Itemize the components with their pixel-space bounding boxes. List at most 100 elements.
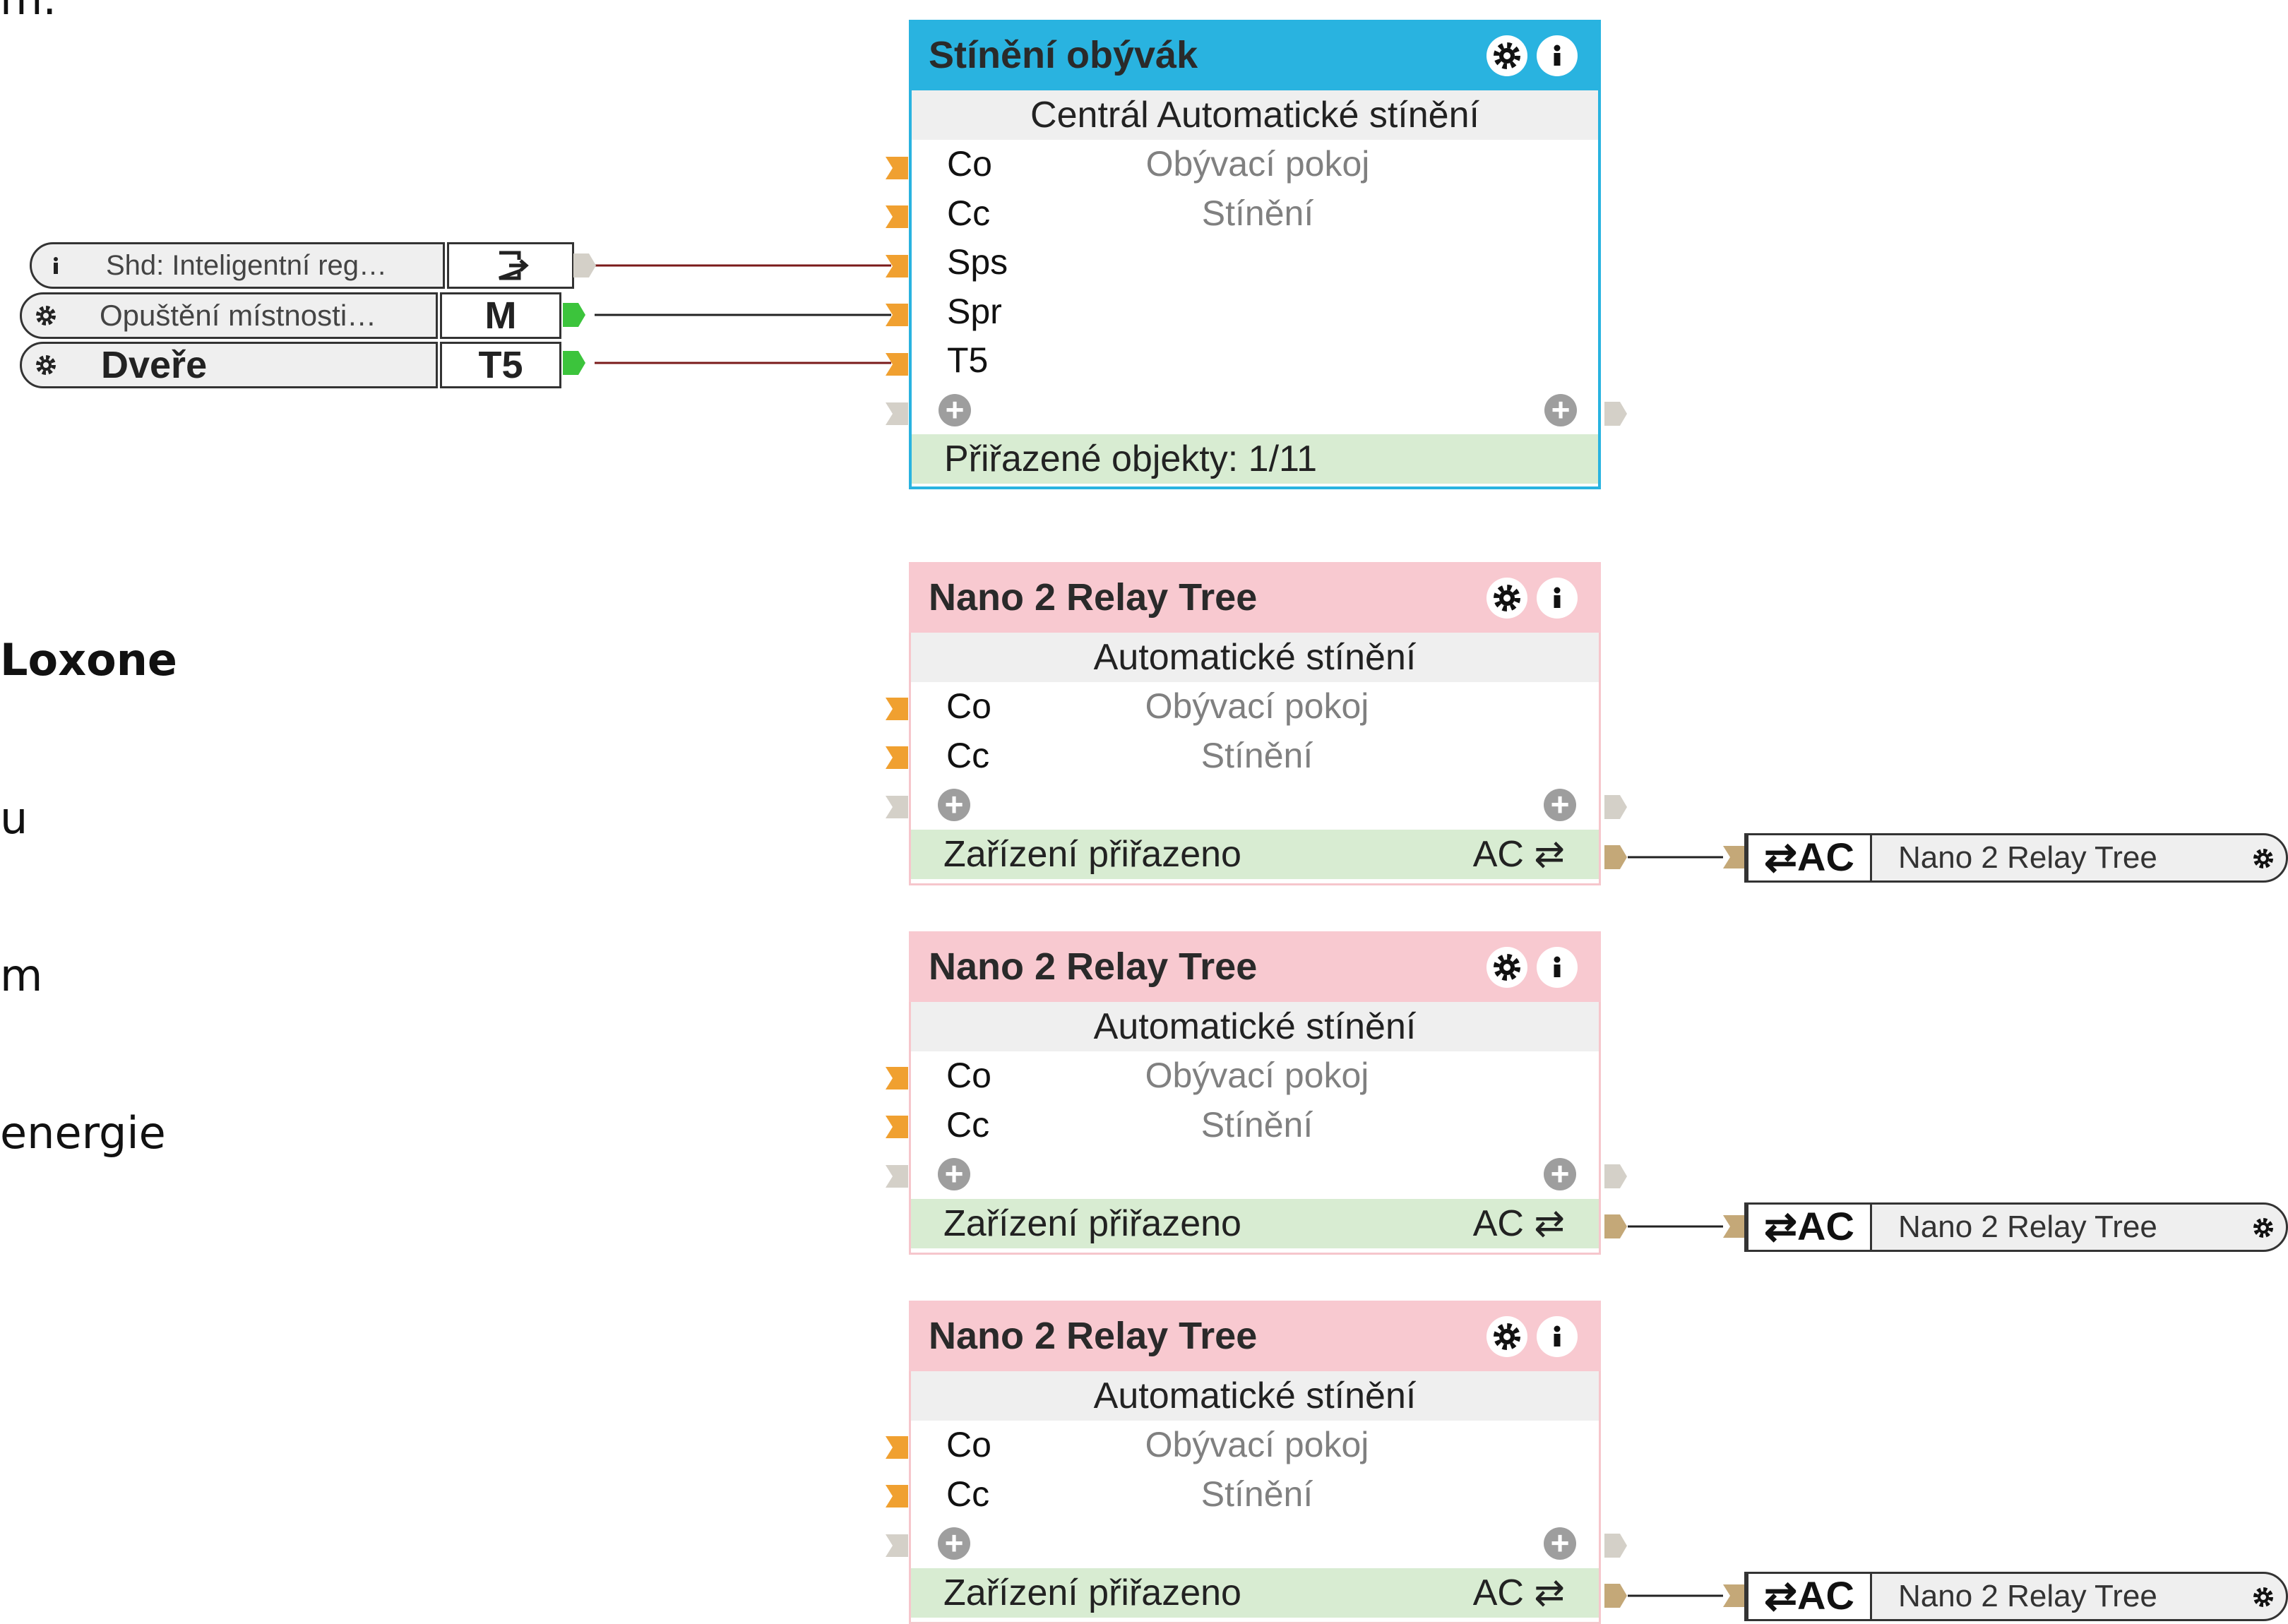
input-row-t5[interactable]: T5 (912, 336, 1598, 386)
info-icon (1554, 956, 1561, 977)
pin-value: Obývací pokoj (1145, 686, 1369, 726)
gear-icon[interactable] (35, 304, 57, 327)
block-header[interactable]: Nano 2 Relay Tree (909, 1301, 1601, 1371)
input-pin-cc[interactable] (886, 746, 908, 769)
add-output-icon[interactable]: + (1544, 1157, 1576, 1190)
input-pin-extra[interactable] (886, 1534, 908, 1557)
exit-icon (447, 242, 574, 289)
block-title: Nano 2 Relay Tree (929, 576, 1258, 619)
gear-icon[interactable] (2249, 1214, 2277, 1242)
input-row-co[interactable]: Co Obývací pokoj (911, 1421, 1599, 1470)
input-row-co[interactable]: Co Obývací pokoj (911, 1051, 1599, 1101)
output-pin-ac[interactable] (1604, 1214, 1627, 1238)
input-dvere-output-pin[interactable] (563, 351, 585, 375)
settings-button[interactable] (1486, 578, 1527, 619)
block-footer: Zařízení přiřazeno AC ⇄ (911, 1568, 1599, 1618)
assigned-objects-text: Přiřazené objekty: 1/11 (944, 438, 1317, 479)
pin-label: Cc (946, 1104, 990, 1145)
left-text-line3: m (0, 950, 43, 1001)
input-shd-output-pin[interactable] (573, 253, 596, 277)
output-ref-2[interactable]: ⇄AC Nano 2 Relay Tree (1744, 1202, 2288, 1252)
input-row-spr[interactable]: Spr (912, 287, 1598, 337)
input-pin-extra[interactable] (886, 796, 908, 818)
input-pin-spr[interactable] (886, 304, 908, 326)
gear-icon[interactable] (35, 354, 57, 376)
pin-label: Cc (946, 735, 990, 775)
output-ref-input-pin[interactable] (1723, 846, 1746, 868)
input-pin-co[interactable] (886, 1436, 908, 1459)
add-input-icon[interactable]: + (938, 1157, 970, 1190)
info-button[interactable] (1537, 578, 1578, 619)
gear-icon (1494, 954, 1520, 981)
input-dvere[interactable]: Dveře T5 (20, 342, 561, 388)
input-row-co[interactable]: Co Obývací pokoj (912, 140, 1598, 189)
central-shading-block[interactable]: Stínění obývák Centrál Automatické stíně… (909, 20, 1601, 489)
block-footer: Zařízení přiřazeno AC ⇄ (911, 1198, 1599, 1248)
gear-icon[interactable] (2249, 844, 2277, 873)
gear-icon[interactable] (2249, 1583, 2277, 1611)
input-opusteni-cell: M (440, 292, 561, 339)
input-row-sps[interactable]: Sps (912, 238, 1598, 287)
relay-block-2[interactable]: Nano 2 Relay Tree Automatické stínění Co… (909, 931, 1601, 1255)
output-pin-extra[interactable] (1604, 795, 1627, 819)
input-pin-extra[interactable] (886, 1165, 908, 1188)
input-row-co[interactable]: Co Obývací pokoj (911, 682, 1599, 732)
block-subtitle: Centrál Automatické stínění (912, 90, 1598, 140)
block-header[interactable]: Nano 2 Relay Tree (909, 931, 1601, 1002)
gear-icon (1494, 42, 1520, 69)
block-title: Stínění obývák (929, 34, 1198, 76)
output-ref-input-pin[interactable] (1723, 1215, 1746, 1238)
info-button[interactable] (1537, 1316, 1578, 1357)
block-header[interactable]: Nano 2 Relay Tree (909, 562, 1601, 633)
input-row-cc[interactable]: Cc Stínění (911, 1470, 1599, 1519)
block-subtitle: Automatické stínění (911, 1002, 1599, 1051)
input-row-cc[interactable]: Cc Stínění (911, 1101, 1599, 1150)
settings-button[interactable] (1486, 35, 1527, 76)
input-row-cc[interactable]: Cc Stínění (911, 732, 1599, 781)
output-ref-1[interactable]: ⇄AC Nano 2 Relay Tree (1744, 833, 2288, 883)
settings-button[interactable] (1486, 1316, 1527, 1357)
pin-label: T5 (947, 340, 989, 380)
input-opusteni[interactable]: Opuštění místnosti… M (20, 292, 561, 339)
info-button[interactable] (1537, 35, 1578, 76)
input-pin-sps[interactable] (886, 255, 908, 277)
pin-label: Co (946, 1056, 991, 1095)
add-input-icon[interactable]: + (939, 393, 971, 426)
output-pin-extra[interactable] (1604, 1164, 1627, 1188)
block-header[interactable]: Stínění obývák (909, 20, 1601, 90)
output-pin-ac[interactable] (1604, 845, 1627, 869)
output-pin-ac[interactable] (1604, 1584, 1627, 1608)
input-pin-co[interactable] (886, 1067, 908, 1089)
info-icon[interactable] (44, 254, 67, 277)
relay-block-1[interactable]: Nano 2 Relay Tree Automatické stínění Co… (909, 562, 1601, 885)
relay-block-3[interactable]: Nano 2 Relay Tree Automatické stínění Co… (909, 1301, 1601, 1624)
add-output-icon[interactable]: + (1544, 1527, 1576, 1560)
info-button[interactable] (1537, 947, 1578, 988)
output-ref-input-pin[interactable] (1723, 1584, 1746, 1607)
input-pin-co[interactable] (886, 157, 908, 179)
pin-value: Stínění (1201, 193, 1314, 233)
canvas: m. Loxone u m energie Shd: Inteligentní … (0, 0, 2288, 1624)
pin-label: Spr (947, 291, 1002, 331)
input-shd[interactable]: Shd: Inteligentní reg… (30, 242, 574, 289)
output-pin-extra[interactable] (1604, 402, 1627, 426)
input-pin-t5[interactable] (886, 353, 908, 376)
input-pin-cc[interactable] (886, 1485, 908, 1507)
add-output-icon[interactable]: + (1544, 788, 1576, 821)
output-pin-extra[interactable] (1604, 1534, 1627, 1558)
add-output-icon[interactable]: + (1544, 393, 1577, 426)
pin-value: Stínění (1200, 1474, 1313, 1514)
output-ref-3[interactable]: ⇄AC Nano 2 Relay Tree (1744, 1572, 2288, 1621)
input-pin-cc[interactable] (886, 205, 908, 228)
settings-button[interactable] (1486, 947, 1527, 988)
input-pin-cc[interactable] (886, 1116, 908, 1138)
ac-output-label: AC ⇄ (1472, 1572, 1565, 1613)
add-input-icon[interactable]: + (938, 1527, 970, 1560)
add-input-icon[interactable]: + (938, 788, 970, 821)
input-pin-co[interactable] (886, 698, 908, 720)
input-opusteni-output-pin[interactable] (563, 303, 585, 327)
input-pin-extra[interactable] (886, 402, 908, 425)
output-ref-name: Nano 2 Relay Tree (1898, 840, 2157, 875)
input-row-cc[interactable]: Cc Stínění (912, 189, 1598, 239)
ac-connector-label: ⇄AC (1746, 1572, 1872, 1621)
